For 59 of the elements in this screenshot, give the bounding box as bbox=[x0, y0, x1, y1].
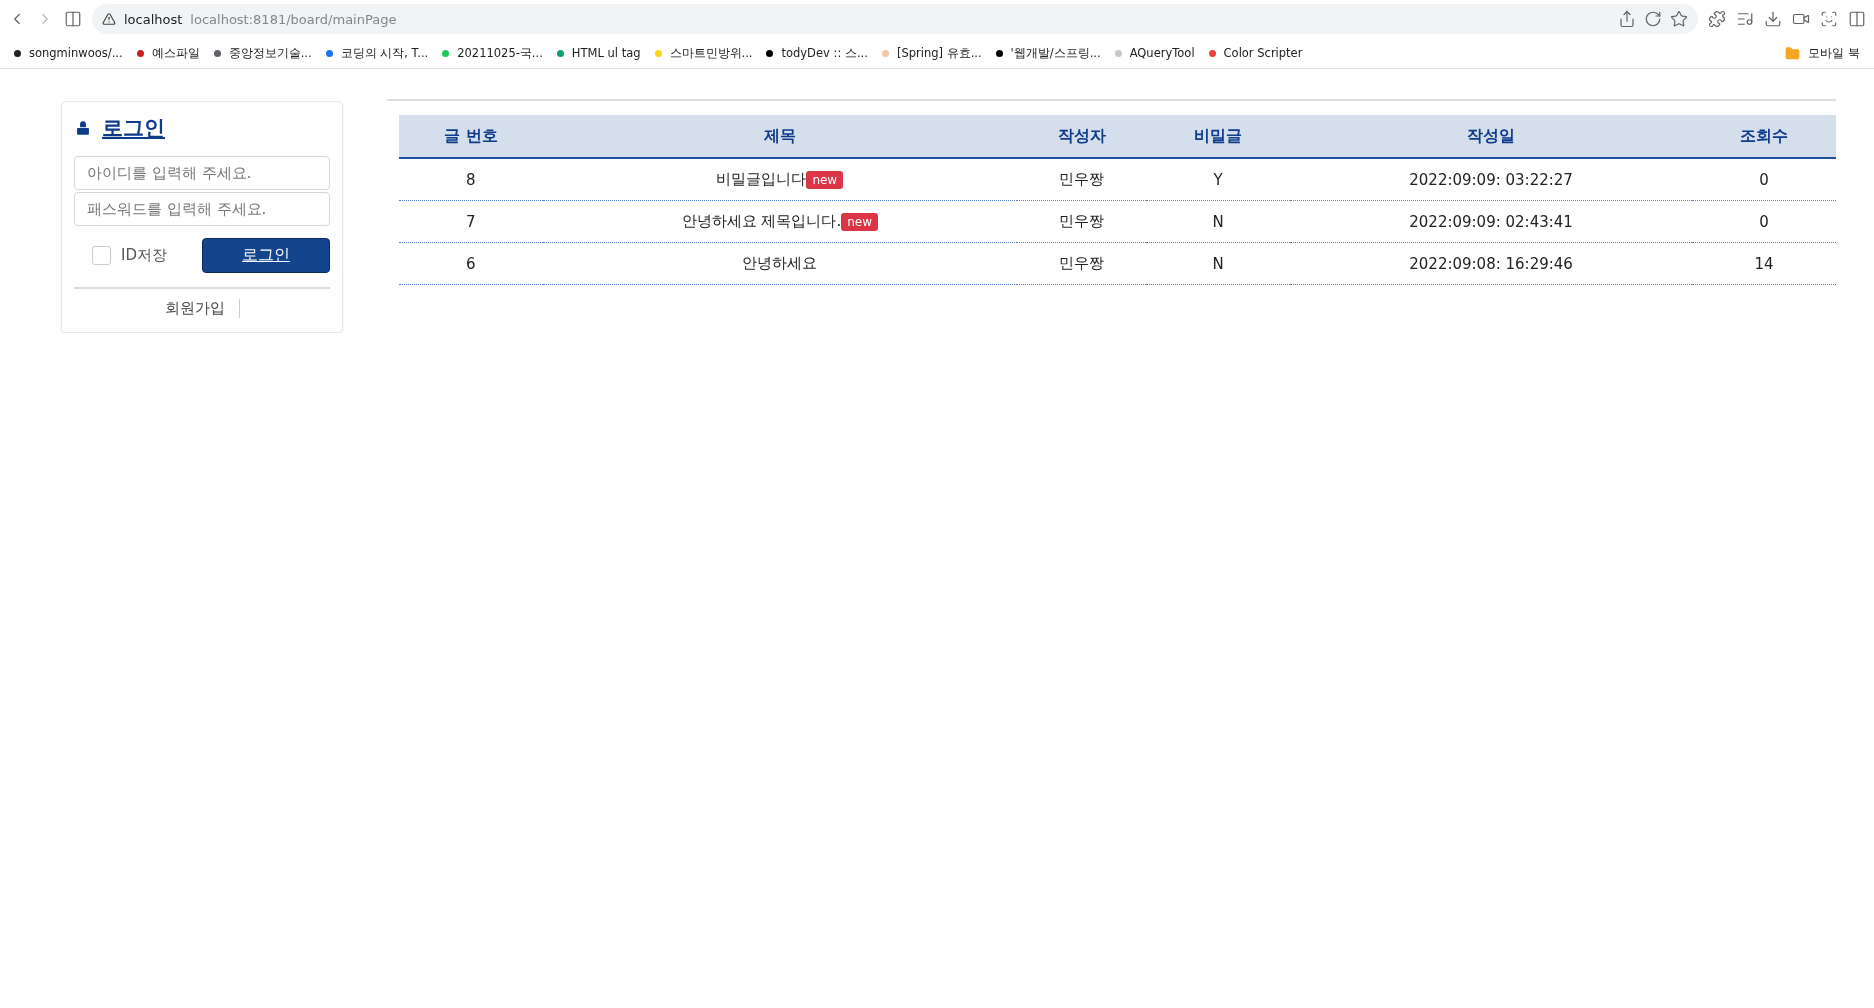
bookmark-link[interactable]: 예스파일 bbox=[136, 45, 200, 61]
post-title-link[interactable]: 비밀글입니다 bbox=[716, 170, 807, 188]
column-header: 조회수 bbox=[1692, 115, 1836, 158]
bookmark-link[interactable]: todyDev :: 스... bbox=[766, 45, 868, 61]
login-title: 로그인 bbox=[102, 115, 165, 142]
column-header: 작성일 bbox=[1289, 115, 1693, 158]
bookmark-link[interactable]: '웹개발/스프링... bbox=[995, 45, 1101, 61]
table-cell: Y bbox=[1146, 158, 1290, 201]
id-input-field[interactable]: 아이디를 입력해 주세요. bbox=[74, 156, 330, 190]
column-header: 작성자 bbox=[1016, 115, 1147, 158]
table-cell: 민우짱 bbox=[1016, 200, 1147, 243]
table-cell: 민우짱 bbox=[1016, 158, 1147, 201]
warning-icon bbox=[102, 12, 116, 26]
download-icon[interactable] bbox=[1764, 10, 1782, 28]
table-cell: 14 bbox=[1692, 242, 1836, 285]
address-bar[interactable]: localhost localhost:8181/board/mainPage bbox=[92, 4, 1698, 34]
table-cell: 민우짱 bbox=[1016, 242, 1147, 285]
lock-icon bbox=[74, 119, 92, 137]
save-id-label: ID저장 bbox=[121, 246, 167, 265]
table-cell: 2022:09:09: 03:22:27 bbox=[1289, 158, 1693, 201]
table-cell: 0 bbox=[1692, 158, 1836, 201]
refresh-icon[interactable] bbox=[1644, 10, 1662, 28]
column-header: 비밀글 bbox=[1146, 115, 1290, 158]
post-title-link[interactable]: 안녕하세요 제목입니다. bbox=[681, 212, 842, 230]
bookmark-link[interactable]: 코딩의 시작, T... bbox=[325, 45, 429, 61]
bookmark-link[interactable]: [Spring] 유효... bbox=[881, 45, 982, 61]
new-badge: new bbox=[806, 170, 844, 189]
bookmark-link[interactable]: songminwoos/... bbox=[14, 46, 123, 60]
login-button[interactable]: 로그인 bbox=[202, 238, 330, 273]
url-text: localhost:8181/board/mainPage bbox=[190, 11, 397, 27]
post-title-link[interactable]: 안녕하세요 bbox=[742, 254, 818, 272]
table-cell: 8 bbox=[399, 158, 543, 201]
folder-icon bbox=[1785, 45, 1801, 61]
playlist-icon[interactable] bbox=[1736, 10, 1754, 28]
site-name: localhost bbox=[124, 11, 183, 27]
signup-link[interactable]: 회원가입 bbox=[164, 299, 240, 318]
bookmark-link[interactable]: Color Scripter bbox=[1208, 46, 1303, 60]
new-badge: new bbox=[841, 212, 878, 231]
bookmark-link[interactable]: AQueryTool bbox=[1114, 46, 1195, 60]
bookmark-link[interactable]: HTML ul tag bbox=[556, 46, 641, 60]
table-cell: 6 bbox=[399, 242, 543, 285]
split-view-icon[interactable] bbox=[1848, 10, 1866, 28]
share-icon[interactable] bbox=[1618, 10, 1636, 28]
table-cell: N bbox=[1146, 242, 1290, 285]
table-cell: 2022:09:08: 16:29:46 bbox=[1289, 242, 1693, 285]
bookmark-link[interactable]: 스마트민방위... bbox=[654, 45, 753, 61]
bookmark-folder[interactable]: 모바일 북 bbox=[1785, 45, 1860, 61]
star-icon[interactable] bbox=[1670, 10, 1688, 28]
bookmark-link[interactable]: 중앙정보기술... bbox=[213, 45, 312, 61]
table-cell: 7 bbox=[399, 200, 543, 243]
column-header: 제목 bbox=[542, 115, 1017, 158]
table-cell: 2022:09:09: 02:43:41 bbox=[1289, 200, 1693, 243]
puzzle-icon[interactable] bbox=[1708, 10, 1726, 28]
password-input-field[interactable]: 패스워드를 입력해 주세요. bbox=[74, 192, 330, 226]
table-cell: 0 bbox=[1692, 200, 1836, 243]
column-header: 글 번호 bbox=[399, 115, 543, 158]
save-id-checkbox[interactable] bbox=[92, 246, 111, 265]
table-cell: N bbox=[1146, 200, 1290, 243]
bookmark-link[interactable]: 20211025-국... bbox=[442, 45, 543, 61]
